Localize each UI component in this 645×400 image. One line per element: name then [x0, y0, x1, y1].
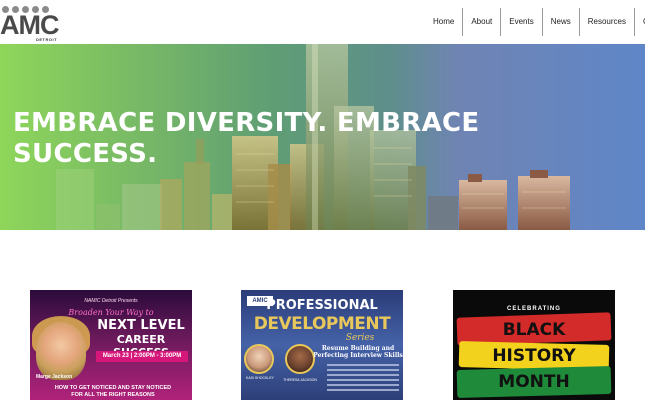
event-card-career-success[interactable]: NAMIC Detroit Presents Broaden Your Way … — [30, 290, 192, 400]
hero-headline: EMBRACE DIVERSITY. EMBRACE SUCCESS. — [13, 108, 533, 170]
card-title-line2: HISTORY — [492, 346, 576, 366]
nav-contact[interactable]: Co — [635, 8, 645, 36]
card-body-text — [327, 364, 399, 394]
site-header: AMC DETROIT Home About Events News Resou… — [0, 0, 645, 44]
card-title-script: Series — [345, 333, 375, 343]
card-kicker: CELEBRATING — [507, 306, 561, 312]
speaker-name-1: KASI SHOCKLEY — [245, 376, 274, 380]
logo[interactable]: AMC DETROIT — [0, 6, 62, 42]
main-nav: Home About Events News Resources Co — [425, 8, 645, 36]
speaker-name-2: THERESA JACKSON — [283, 378, 317, 382]
speaker-name: Marge Jackson — [36, 374, 73, 380]
nav-events[interactable]: Events — [501, 8, 543, 36]
speaker-photo-1 — [244, 344, 274, 374]
card-title-line1: PROFESSIONAL — [266, 298, 378, 313]
hero-headline-line2: SUCCESS. — [13, 139, 158, 169]
card-subtitle-line1: HOW TO GET NOTICED AND STAY NOTICED — [54, 385, 172, 391]
nav-home[interactable]: Home — [425, 8, 464, 36]
speaker-photo — [36, 322, 86, 380]
logo-subtitle: DETROIT — [36, 37, 58, 42]
page: AMC DETROIT Home About Events News Resou… — [0, 0, 645, 400]
logo-mark: AMC — [0, 10, 59, 40]
speaker-photo-2 — [285, 344, 315, 374]
card-subtitle-line1: Resume Building and — [321, 345, 395, 352]
event-card-black-history-month[interactable]: CELEBRATING BLACK HISTORY MONTH — [453, 290, 615, 400]
card-date: March 23 | 2:00PM - 3:00PM — [96, 351, 188, 362]
card-title-line1: BLACK — [502, 320, 566, 340]
nav-about[interactable]: About — [463, 8, 502, 36]
nav-resources[interactable]: Resources — [580, 8, 635, 36]
card-presenter: NAMIC Detroit Presents — [84, 298, 138, 304]
nav-news[interactable]: News — [543, 8, 580, 36]
card-subtitle-line2: FOR ALL THE RIGHT REASONS — [71, 392, 155, 398]
card-title-line2: DEVELOPMENT — [253, 314, 391, 334]
hero-banner: EMBRACE DIVERSITY. EMBRACE SUCCESS. — [0, 44, 645, 230]
card-title-line3: MONTH — [498, 372, 570, 392]
card-title-line1: NEXT LEVEL — [97, 318, 185, 333]
card-subtitle-line2: Perfecting Interview Skills — [313, 352, 403, 359]
event-card-professional-development[interactable]: AMIC PROFESSIONAL DEVELOPMENT Series KAS… — [241, 290, 403, 400]
hero-headline-line1: EMBRACE DIVERSITY. EMBRACE — [13, 108, 480, 138]
